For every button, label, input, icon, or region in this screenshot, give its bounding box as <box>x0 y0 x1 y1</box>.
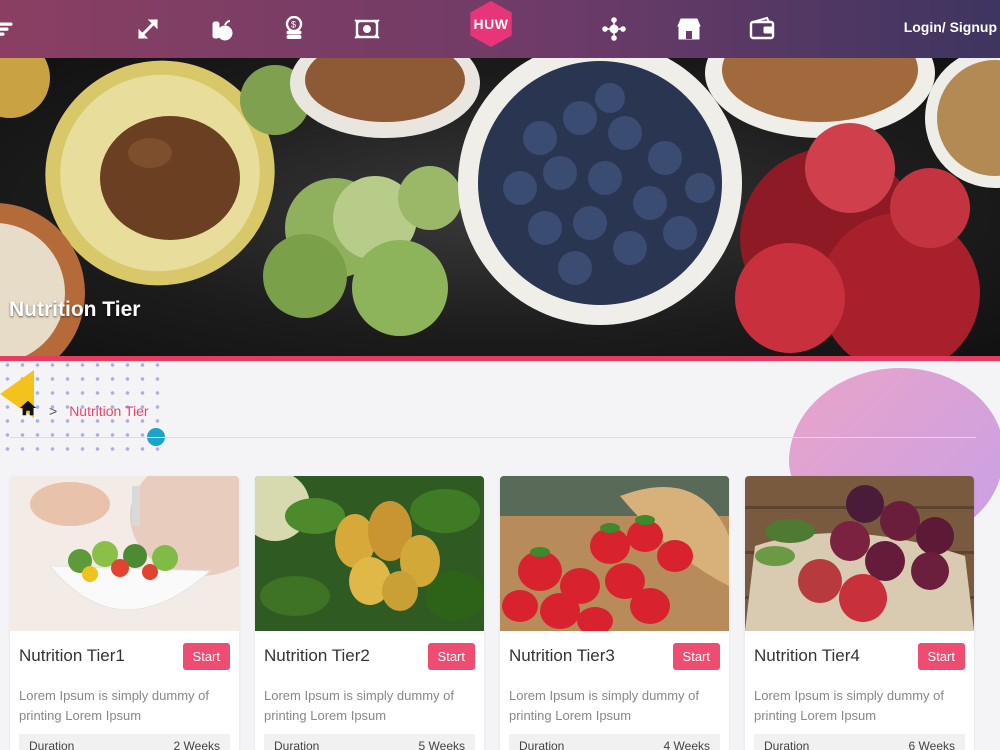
login-signup-link[interactable]: Login/ Signup <box>904 19 997 35</box>
hero-banner: Nutrition Tier <box>0 58 1000 358</box>
plums-image <box>745 476 974 631</box>
start-button[interactable]: Start <box>672 642 720 670</box>
card-duration: Duration 4 Weeks <box>509 734 720 750</box>
resize-arrows-icon[interactable] <box>131 12 165 46</box>
start-button[interactable]: Start <box>917 642 965 670</box>
card-title: Nutrition Tier4 <box>754 646 860 665</box>
start-button[interactable]: Start <box>427 642 475 670</box>
divider <box>10 437 976 438</box>
card-title: Nutrition Tier3 <box>509 646 615 665</box>
duration-value: 5 Weeks <box>418 739 465 750</box>
duration-label: Duration <box>519 739 565 750</box>
card-description: Lorem Ipsum is simply dummy of printing … <box>19 688 209 723</box>
duration-label: Duration <box>274 739 320 750</box>
logo-text: HUW <box>473 16 509 32</box>
menu-icon[interactable] <box>0 12 24 46</box>
card-description: Lorem Ipsum is simply dummy of printing … <box>264 688 454 723</box>
certificate-icon[interactable] <box>350 12 384 46</box>
duration-value: 2 Weeks <box>173 739 220 750</box>
tier-card: Nutrition Tier3 Start Lorem Ipsum is sim… <box>500 476 729 750</box>
pears-image <box>255 476 484 631</box>
svg-text:$: $ <box>291 20 296 30</box>
breadcrumb: > Nutrition Tier <box>19 399 149 422</box>
tier-card-list: Nutrition Tier1 Start Lorem Ipsum is sim… <box>10 476 974 750</box>
store-icon[interactable] <box>672 12 706 46</box>
wallet-icon[interactable] <box>745 12 779 46</box>
huw-logo[interactable]: HUW <box>468 1 514 47</box>
card-title: Nutrition Tier2 <box>264 646 370 665</box>
duration-value: 4 Weeks <box>663 739 710 750</box>
network-icon[interactable] <box>597 12 631 46</box>
tier-card: Nutrition Tier1 Start Lorem Ipsum is sim… <box>10 476 239 750</box>
duration-label: Duration <box>764 739 810 750</box>
fruit-icon[interactable] <box>205 12 239 46</box>
card-duration: Duration 2 Weeks <box>19 734 230 750</box>
strawberries-image <box>500 476 729 631</box>
card-duration: Duration 6 Weeks <box>754 734 965 750</box>
top-navigation: $ HUW Login/ Signup <box>0 0 1000 58</box>
card-duration: Duration 5 Weeks <box>264 734 475 750</box>
card-title: Nutrition Tier1 <box>19 646 125 665</box>
salad-image <box>10 476 239 631</box>
coins-icon[interactable]: $ <box>277 12 311 46</box>
duration-label: Duration <box>29 739 75 750</box>
home-icon[interactable] <box>19 399 37 422</box>
tier-card: Nutrition Tier4 Start Lorem Ipsum is sim… <box>745 476 974 750</box>
start-button[interactable]: Start <box>182 642 230 670</box>
tier-card: Nutrition Tier2 Start Lorem Ipsum is sim… <box>255 476 484 750</box>
card-description: Lorem Ipsum is simply dummy of printing … <box>754 688 944 723</box>
breadcrumb-separator: > <box>49 402 58 419</box>
card-description: Lorem Ipsum is simply dummy of printing … <box>509 688 699 723</box>
hero-title: Nutrition Tier <box>9 298 141 321</box>
hero-food-illustration <box>0 58 1000 358</box>
duration-value: 6 Weeks <box>908 739 955 750</box>
breadcrumb-current: Nutrition Tier <box>69 402 149 419</box>
